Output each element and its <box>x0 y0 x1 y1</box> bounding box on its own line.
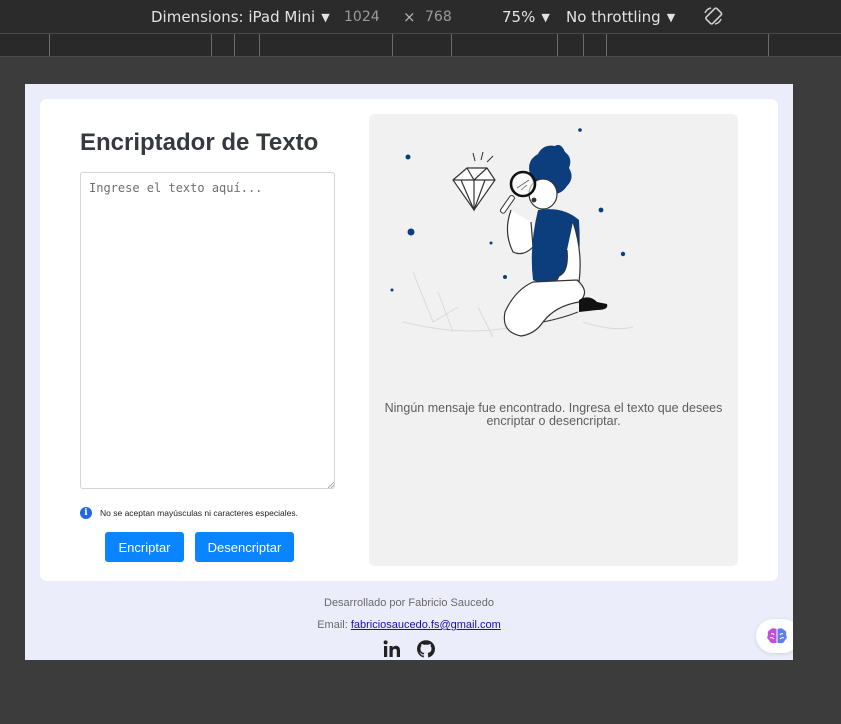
encrypt-button[interactable]: Encriptar <box>105 532 184 562</box>
chevron-down-icon: ▼ <box>541 11 550 24</box>
dimension-separator: × <box>403 8 416 26</box>
person-with-magnifier-illustration <box>390 128 634 338</box>
viewport-width-input[interactable] <box>344 9 384 25</box>
output-panel: Ningún mensaje fue encontrado. Ingresa e… <box>369 114 738 566</box>
email-link[interactable]: fabriciosaucedo.fs@gmail.com <box>351 619 501 631</box>
zoom-dropdown[interactable]: 75% ▼ <box>502 8 550 26</box>
main-card: Encriptador de Texto i No se aceptan may… <box>40 99 778 581</box>
throttling-label: No throttling <box>566 8 661 26</box>
page-title: Encriptador de Texto <box>80 129 319 156</box>
info-icon: i <box>80 507 92 519</box>
brain-icon <box>767 628 787 644</box>
text-input[interactable] <box>80 172 335 489</box>
rotate-device-button[interactable] <box>702 5 724 31</box>
page-viewport: Encriptador de Texto i No se aceptan may… <box>25 84 793 660</box>
zoom-label: 75% <box>502 8 536 26</box>
social-links <box>382 639 437 660</box>
footer-email-line: Email: fabriciosaucedo.fs@gmail.com <box>25 619 793 631</box>
email-label: Email: <box>317 619 351 631</box>
linkedin-icon[interactable] <box>382 639 402 659</box>
notice-text: No se aceptan mayúsculas ni caracteres e… <box>100 508 298 518</box>
devtools-device-toolbar: Dimensions: iPad Mini ▼ × 75% ▼ No throttl… <box>0 0 841 33</box>
media-query-ruler <box>0 33 841 57</box>
throttling-dropdown[interactable]: No throttling ▼ <box>566 8 675 26</box>
chevron-down-icon: ▼ <box>321 11 330 24</box>
device-dimensions-dropdown[interactable]: Dimensions: iPad Mini ▼ <box>151 8 330 26</box>
footer-credit: Desarrollado por Fabricio Saucedo <box>324 597 494 609</box>
viewport-height-input[interactable] <box>425 9 465 25</box>
chevron-down-icon: ▼ <box>666 11 676 24</box>
rotate-device-icon <box>704 7 723 25</box>
device-dimensions-label: Dimensions: iPad Mini <box>151 8 316 26</box>
resize-handle-icon[interactable] <box>327 481 334 488</box>
assistant-floating-button[interactable] <box>756 619 793 653</box>
github-icon[interactable] <box>416 639 436 659</box>
empty-output-message: Ningún mensaje fue encontrado. Ingresa e… <box>384 401 723 428</box>
decrypt-button[interactable]: Desencriptar <box>195 532 294 562</box>
